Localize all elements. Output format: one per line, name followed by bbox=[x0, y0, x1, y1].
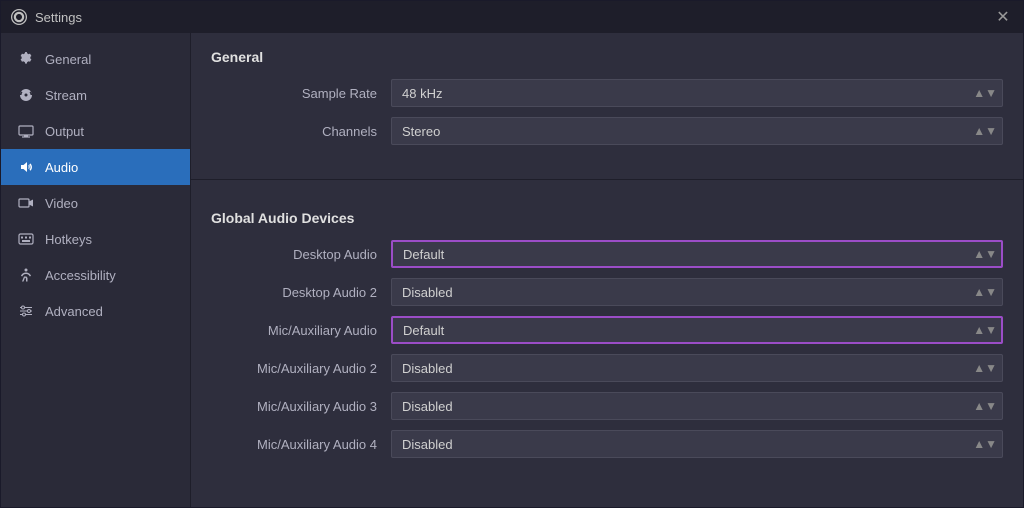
sidebar-item-accessibility-label: Accessibility bbox=[45, 268, 116, 283]
mic-aux-4-control: Disabled Default ▲▼ bbox=[391, 430, 1003, 458]
sidebar-item-audio[interactable]: Audio bbox=[1, 149, 190, 185]
sample-rate-control: 48 kHz 44.1 kHz ▲▼ bbox=[391, 79, 1003, 107]
global-audio-section-title: Global Audio Devices bbox=[211, 210, 1003, 226]
mic-aux-2-label: Mic/Auxiliary Audio 2 bbox=[211, 361, 391, 376]
sample-rate-select[interactable]: 48 kHz 44.1 kHz bbox=[391, 79, 1003, 107]
sidebar-item-video[interactable]: Video bbox=[1, 185, 190, 221]
desktop-audio-row: Desktop Audio Default Disabled ▲▼ bbox=[211, 240, 1003, 268]
output-icon bbox=[17, 122, 35, 140]
sidebar-item-advanced-label: Advanced bbox=[45, 304, 103, 319]
content-area: General Sample Rate 48 kHz 44.1 kHz ▲▼ bbox=[191, 33, 1023, 507]
sidebar: General Stream bbox=[1, 33, 191, 507]
channels-select[interactable]: Stereo Mono bbox=[391, 117, 1003, 145]
mic-aux-2-row: Mic/Auxiliary Audio 2 Disabled Default ▲… bbox=[211, 354, 1003, 382]
section-divider bbox=[191, 179, 1023, 180]
sidebar-item-advanced[interactable]: Advanced bbox=[1, 293, 190, 329]
channels-row: Channels Stereo Mono ▲▼ bbox=[211, 117, 1003, 145]
gear-icon bbox=[17, 50, 35, 68]
mic-aux-label: Mic/Auxiliary Audio bbox=[211, 323, 391, 338]
stream-icon bbox=[17, 86, 35, 104]
mic-aux-select[interactable]: Default Disabled bbox=[391, 316, 1003, 344]
desktop-audio-select[interactable]: Default Disabled bbox=[391, 240, 1003, 268]
accessibility-icon bbox=[17, 266, 35, 284]
sidebar-item-output-label: Output bbox=[45, 124, 84, 139]
sidebar-item-hotkeys-label: Hotkeys bbox=[45, 232, 92, 247]
desktop-audio-2-control: Disabled Default ▲▼ bbox=[391, 278, 1003, 306]
mic-aux-4-row: Mic/Auxiliary Audio 4 Disabled Default ▲… bbox=[211, 430, 1003, 458]
mic-aux-4-wrapper: Disabled Default ▲▼ bbox=[391, 430, 1003, 458]
sidebar-item-accessibility[interactable]: Accessibility bbox=[1, 257, 190, 293]
mic-aux-row: Mic/Auxiliary Audio Default Disabled ▲▼ bbox=[211, 316, 1003, 344]
desktop-audio-2-select[interactable]: Disabled Default bbox=[391, 278, 1003, 306]
settings-window: Settings ✕ General bbox=[0, 0, 1024, 508]
sidebar-item-hotkeys[interactable]: Hotkeys bbox=[1, 221, 190, 257]
global-audio-section: Global Audio Devices Desktop Audio Defau… bbox=[191, 194, 1023, 488]
mic-aux-4-label: Mic/Auxiliary Audio 4 bbox=[211, 437, 391, 452]
desktop-audio-wrapper: Default Disabled ▲▼ bbox=[391, 240, 1003, 268]
titlebar-title: Settings bbox=[35, 10, 82, 25]
general-section: General Sample Rate 48 kHz 44.1 kHz ▲▼ bbox=[191, 33, 1023, 175]
main-content: General Stream bbox=[1, 33, 1023, 507]
sample-rate-label: Sample Rate bbox=[211, 86, 391, 101]
mic-aux-2-select[interactable]: Disabled Default bbox=[391, 354, 1003, 382]
sidebar-item-video-label: Video bbox=[45, 196, 78, 211]
mic-aux-wrapper: Default Disabled ▲▼ bbox=[391, 316, 1003, 344]
desktop-audio-2-wrapper: Disabled Default ▲▼ bbox=[391, 278, 1003, 306]
titlebar: Settings ✕ bbox=[1, 1, 1023, 33]
sidebar-item-output[interactable]: Output bbox=[1, 113, 190, 149]
sidebar-item-general[interactable]: General bbox=[1, 41, 190, 77]
sample-rate-row: Sample Rate 48 kHz 44.1 kHz ▲▼ bbox=[211, 79, 1003, 107]
sidebar-item-stream-label: Stream bbox=[45, 88, 87, 103]
desktop-audio-2-row: Desktop Audio 2 Disabled Default ▲▼ bbox=[211, 278, 1003, 306]
mic-aux-3-label: Mic/Auxiliary Audio 3 bbox=[211, 399, 391, 414]
sidebar-item-audio-label: Audio bbox=[45, 160, 78, 175]
sidebar-item-general-label: General bbox=[45, 52, 91, 67]
desktop-audio-2-label: Desktop Audio 2 bbox=[211, 285, 391, 300]
desktop-audio-control: Default Disabled ▲▼ bbox=[391, 240, 1003, 268]
video-icon bbox=[17, 194, 35, 212]
hotkeys-icon bbox=[17, 230, 35, 248]
close-button[interactable]: ✕ bbox=[993, 7, 1013, 27]
mic-aux-3-select[interactable]: Disabled Default bbox=[391, 392, 1003, 420]
general-section-title: General bbox=[211, 49, 1003, 65]
channels-wrapper: Stereo Mono ▲▼ bbox=[391, 117, 1003, 145]
sidebar-item-stream[interactable]: Stream bbox=[1, 77, 190, 113]
mic-aux-2-wrapper: Disabled Default ▲▼ bbox=[391, 354, 1003, 382]
channels-control: Stereo Mono ▲▼ bbox=[391, 117, 1003, 145]
app-icon bbox=[11, 9, 27, 25]
sample-rate-wrapper: 48 kHz 44.1 kHz ▲▼ bbox=[391, 79, 1003, 107]
mic-aux-3-wrapper: Disabled Default ▲▼ bbox=[391, 392, 1003, 420]
desktop-audio-label: Desktop Audio bbox=[211, 247, 391, 262]
mic-aux-4-select[interactable]: Disabled Default bbox=[391, 430, 1003, 458]
mic-aux-2-control: Disabled Default ▲▼ bbox=[391, 354, 1003, 382]
channels-label: Channels bbox=[211, 124, 391, 139]
titlebar-left: Settings bbox=[11, 9, 82, 25]
mic-aux-control: Default Disabled ▲▼ bbox=[391, 316, 1003, 344]
audio-icon bbox=[17, 158, 35, 176]
mic-aux-3-control: Disabled Default ▲▼ bbox=[391, 392, 1003, 420]
advanced-icon bbox=[17, 302, 35, 320]
mic-aux-3-row: Mic/Auxiliary Audio 3 Disabled Default ▲… bbox=[211, 392, 1003, 420]
